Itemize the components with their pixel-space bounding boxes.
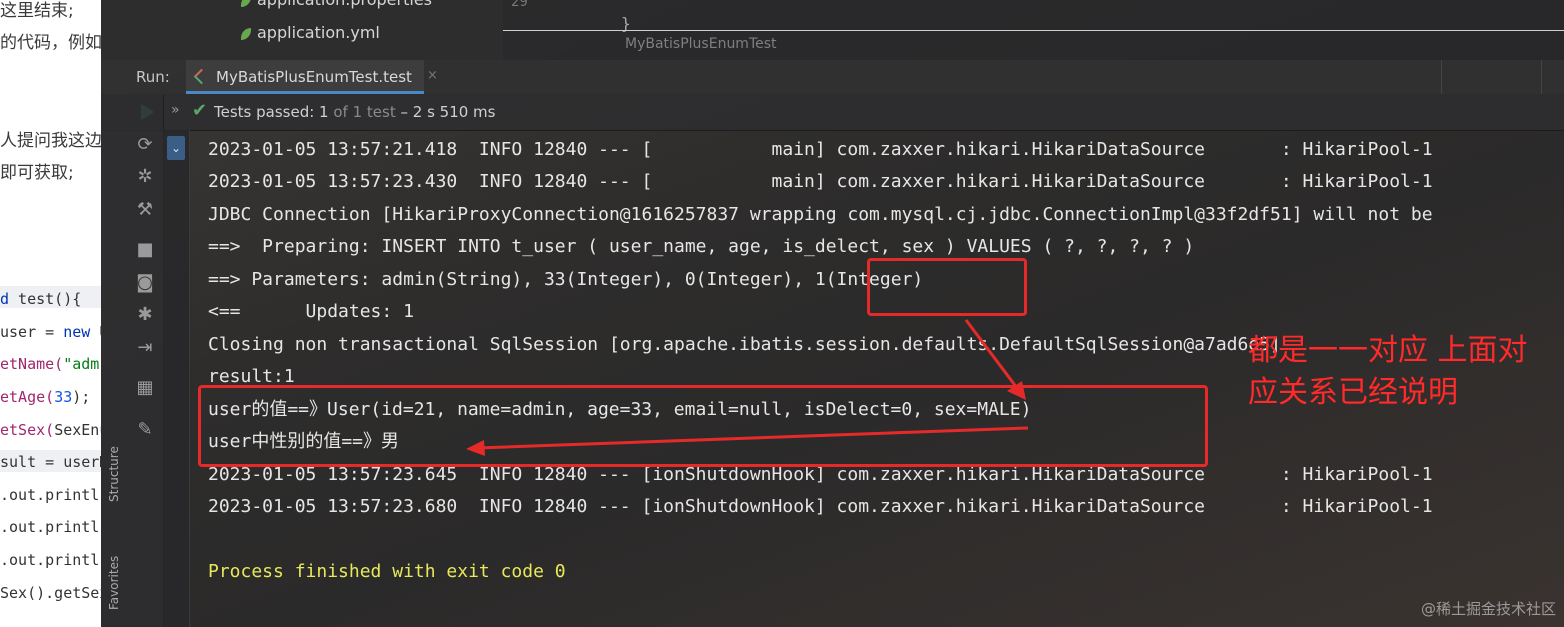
arrow-line	[964, 319, 1022, 393]
annotation-line: 都是一一对应 上面对	[1248, 333, 1528, 368]
arrow-head	[466, 440, 485, 456]
watermark: @稀土掘金技术社区	[1420, 600, 1556, 618]
annotation-arrows	[466, 319, 1029, 456]
annotation-line: 应关系已经说明	[1248, 375, 1458, 410]
arrow-head	[1007, 381, 1026, 400]
arrow-line	[477, 426, 1029, 450]
annotation-text: 都是一一对应 上面对 应关系已经说明	[1248, 330, 1528, 414]
